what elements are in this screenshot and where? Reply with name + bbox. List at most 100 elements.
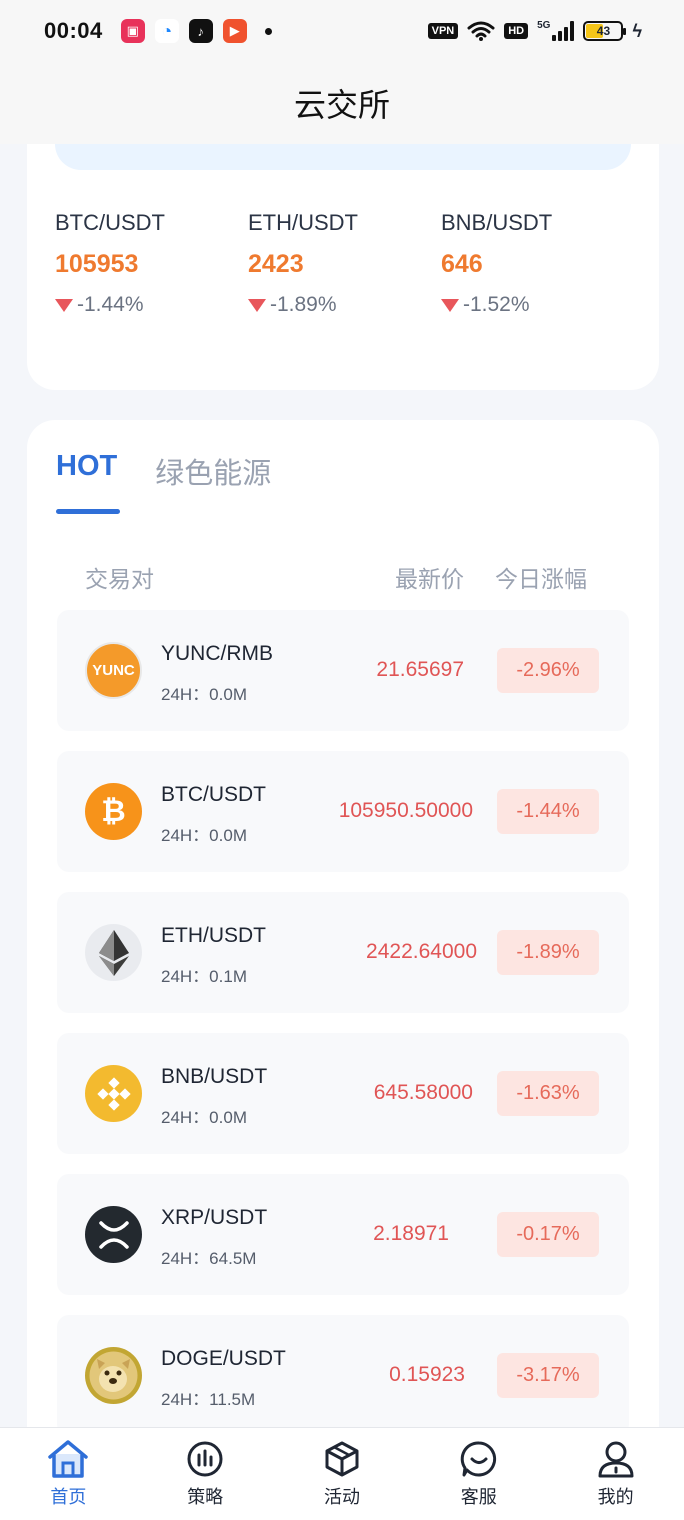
status-bar: 00:04 ▣ ◔ ♪ ▶ VPN HD 5G 43 ϟ [0, 0, 684, 62]
down-triangle-icon [441, 298, 459, 312]
market-row-btc[interactable]: ₿ BTC/USDT 24H：0.0M 105950.50000 -1.44% [57, 751, 629, 872]
nav-label: 客服 [460, 1487, 497, 1507]
pair-volume: 24H：11.5M [161, 1390, 256, 1409]
wifi-icon [467, 21, 495, 41]
pair-volume: 24H：64.5M [161, 1249, 257, 1268]
change-badge: -0.17% [497, 1212, 599, 1257]
pair-name: BTC/USDT [161, 783, 266, 806]
pair-name: ETH/USDT [161, 924, 266, 947]
nav-label: 活动 [323, 1487, 360, 1507]
change-badge: -1.89% [497, 930, 599, 975]
battery-level: 43 [596, 24, 611, 38]
pair-name: YUNC/RMB [161, 642, 274, 665]
status-indicators: VPN HD 5G 43 ϟ [427, 20, 642, 42]
latest-price: 645.58000 [373, 1081, 473, 1104]
pair-name: DOGE/USDT [161, 1347, 286, 1370]
change-badge: -1.44% [497, 789, 599, 834]
ticker-change-value: -1.52% [463, 293, 530, 316]
market-list: YUNC YUNC/RMB 24H：0.0M 21.65697 -2.96% ₿… [57, 610, 629, 1430]
latest-price: 2422.64000 [366, 940, 477, 963]
strategy-icon [187, 1441, 223, 1477]
down-triangle-icon [55, 298, 73, 312]
ticker-bnb[interactable]: BNB/USDT 646 -1.52% [441, 210, 634, 317]
change-badge: -3.17% [497, 1353, 599, 1398]
nav-support[interactable]: 客服 [410, 1428, 547, 1520]
nav-label: 我的 [597, 1487, 634, 1507]
status-time: 00:04 [44, 18, 103, 43]
market-row-yunc[interactable]: YUNC YUNC/RMB 24H：0.0M 21.65697 -2.96% [57, 610, 629, 731]
cellular-signal-icon: 5G [537, 20, 575, 41]
hd-badge: HD [504, 23, 529, 39]
column-header-change: 今日涨幅 [495, 566, 587, 592]
down-triangle-icon [248, 298, 266, 312]
pair-volume: 24H：0.0M [161, 826, 247, 845]
latest-price: 0.15923 [389, 1363, 465, 1386]
vpn-badge: VPN [427, 23, 459, 39]
tab-green-energy[interactable]: 绿色能源 [155, 450, 271, 514]
nav-home[interactable]: 首页 [0, 1428, 137, 1520]
market-tabs: HOT 绿色能源 [56, 450, 271, 514]
video-app-icon: ▣ [120, 19, 145, 43]
latest-price: 21.65697 [376, 658, 464, 681]
ticker-eth[interactable]: ETH/USDT 2423 -1.89% [248, 210, 441, 317]
market-card: HOT 绿色能源 交易对 最新价 今日涨幅 YUNC YUNC/RMB 24H：… [27, 420, 659, 1430]
yunc-logo-text: YUNC [92, 662, 135, 679]
activity-icon [325, 1441, 359, 1477]
pair-volume: 24H：0.1M [161, 967, 247, 986]
player-app-icon: ▶ [222, 19, 247, 43]
profile-icon [598, 1441, 634, 1478]
pair-name: BNB/USDT [161, 1065, 268, 1088]
nav-label: 策略 [187, 1487, 224, 1507]
change-badge: -2.96% [497, 648, 599, 693]
ticker-pair: BNB/USDT [441, 210, 553, 235]
pair-name: XRP/USDT [161, 1206, 268, 1229]
market-row-eth[interactable]: ETH/USDT 24H：0.1M 2422.64000 -1.89% [57, 892, 629, 1013]
ticker-change: -1.89% [248, 293, 441, 317]
tab-hot[interactable]: HOT [56, 450, 121, 514]
ticker-change-value: -1.44% [77, 293, 144, 316]
nav-strategy[interactable]: 策略 [137, 1428, 274, 1520]
browser-app-icon: ◔ [154, 19, 179, 43]
ticker-change: -1.44% [55, 293, 248, 317]
market-row-doge[interactable]: DOGE/USDT 24H：11.5M 0.15923 -3.17% [57, 1315, 629, 1430]
home-icon [48, 1440, 89, 1478]
bitcoin-icon: ₿ [85, 783, 142, 840]
support-icon [460, 1441, 496, 1477]
ticker-pair: ETH/USDT [248, 210, 358, 235]
market-row-bnb[interactable]: BNB/USDT 24H：0.0M 645.58000 -1.63% [57, 1033, 629, 1154]
ticker-pair: BTC/USDT [55, 210, 165, 235]
bnb-icon [85, 1065, 142, 1122]
nav-activity[interactable]: 活动 [274, 1428, 411, 1520]
ticker-card: BTC/USDT 105953 -1.44% ETH/USDT 2423 -1.… [27, 144, 659, 390]
market-row-xrp[interactable]: XRP/USDT 24H：64.5M 2.18971 -0.17% [57, 1174, 629, 1295]
yunc-logo-icon: YUNC [85, 642, 142, 699]
network-type-label: 5G [537, 20, 551, 31]
bottom-nav: 首页 策略 活动 客服 我的 [0, 1427, 684, 1520]
ticker-btc[interactable]: BTC/USDT 105953 -1.44% [55, 210, 248, 317]
column-header-price: 最新价 [395, 566, 464, 592]
ticker-price: 105953 [55, 250, 139, 278]
charging-icon: ϟ [632, 20, 642, 41]
ticker-change-value: -1.89% [270, 293, 337, 316]
app-header: 云交所 [0, 62, 684, 144]
banner-edge [55, 144, 631, 170]
column-header-pair: 交易对 [85, 566, 154, 592]
ethereum-icon [85, 924, 142, 981]
status-app-icons: ▣ ◔ ♪ ▶ [120, 19, 272, 43]
pair-volume: 24H：0.0M [161, 1108, 247, 1127]
latest-price: 105950.50000 [338, 799, 473, 822]
ticker-row: BTC/USDT 105953 -1.44% ETH/USDT 2423 -1.… [55, 210, 634, 317]
nav-label: 首页 [50, 1487, 87, 1507]
latest-price: 2.18971 [373, 1222, 449, 1245]
pair-volume: 24H：0.0M [161, 685, 247, 704]
xrp-icon [85, 1206, 142, 1263]
ticker-price: 646 [441, 250, 483, 278]
nav-profile[interactable]: 我的 [547, 1428, 684, 1520]
battery-icon: 43 [583, 21, 627, 41]
dogecoin-icon [85, 1347, 142, 1404]
change-badge: -1.63% [497, 1071, 599, 1116]
notification-dot-icon [264, 27, 272, 35]
ticker-price: 2423 [248, 250, 304, 278]
page-title: 云交所 [293, 87, 390, 123]
tiktok-app-icon: ♪ [188, 19, 213, 43]
